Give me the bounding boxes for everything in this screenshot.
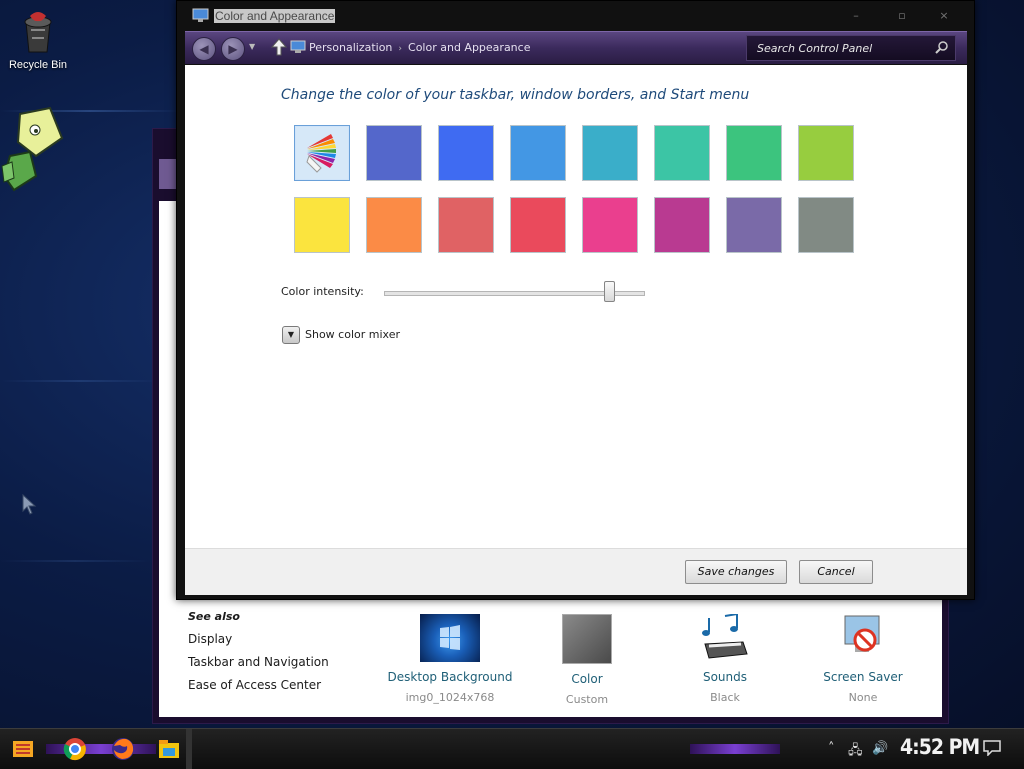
screen-saver-label: Screen Saver: [823, 670, 903, 684]
color-swatch-pink[interactable]: [582, 197, 638, 253]
sounds-value: Black: [710, 691, 740, 704]
color-swatch-blue[interactable]: [438, 125, 494, 181]
breadcrumb-personalization[interactable]: Personalization: [309, 41, 392, 54]
color-swatch-orange[interactable]: [366, 197, 422, 253]
taskbar-navigation-link[interactable]: Taskbar and Navigation: [188, 655, 329, 669]
breadcrumb-color-appearance[interactable]: Color and Appearance: [408, 41, 530, 54]
content-area: Change the color of your taskbar, window…: [185, 65, 967, 548]
color-swatch-lavender[interactable]: [726, 197, 782, 253]
color-swatch-slate-blue[interactable]: [366, 125, 422, 181]
control-panel-icon: [192, 8, 209, 22]
sounds-icon: [702, 612, 748, 659]
recent-pages-chevron-icon[interactable]: ▼: [249, 42, 255, 51]
color-value: Custom: [565, 693, 609, 706]
screen-saver-item[interactable]: Screen Saver None: [788, 614, 938, 704]
color-swatch-red[interactable]: [510, 197, 566, 253]
action-center-icon[interactable]: [983, 740, 1001, 756]
color-swatch-gray[interactable]: [798, 197, 854, 253]
volume-icon[interactable]: 🔊: [872, 741, 888, 756]
recycle-bin-icon: [24, 12, 52, 53]
page-heading: Change the color of your taskbar, window…: [281, 87, 750, 103]
close-button[interactable]: ×: [929, 7, 959, 25]
firefox-icon[interactable]: [110, 736, 136, 762]
desktop-background-thumbnail: [420, 614, 480, 662]
color-intensity-label: Color intensity:: [281, 285, 364, 298]
maximize-button[interactable]: ▫: [887, 7, 917, 25]
sounds-label: Sounds: [702, 670, 748, 684]
character-sticker-icon: [0, 106, 66, 201]
breadcrumb-separator-icon: ›: [398, 44, 403, 54]
forward-arrow-icon: ▶: [228, 42, 238, 56]
taskbar: ˄ 🖧 🔊 4:52 PM: [0, 728, 1024, 769]
show-hidden-icons-icon[interactable]: ˄: [828, 741, 835, 756]
see-also-header: See also: [188, 610, 240, 623]
minimize-button[interactable]: –: [841, 7, 871, 25]
desktop-background-value: img0_1024x768: [405, 691, 495, 704]
color-swatch-magenta[interactable]: [654, 197, 710, 253]
dialog-footer: Save changes Cancel: [185, 548, 967, 595]
screen-saver-value: None: [848, 691, 878, 704]
sounds-item[interactable]: Sounds Black: [650, 612, 800, 704]
color-item[interactable]: Color Custom: [512, 614, 662, 706]
color-swatch-salmon[interactable]: [438, 197, 494, 253]
taskbar-clock[interactable]: 4:52 PM: [900, 735, 980, 759]
up-arrow-icon[interactable]: [271, 38, 287, 56]
color-swatch-auto[interactable]: [294, 125, 350, 181]
back-button[interactable]: ◀: [192, 37, 216, 61]
display-link[interactable]: Display: [188, 632, 329, 646]
save-changes-button[interactable]: Save changes: [685, 560, 787, 584]
show-color-mixer-toggle[interactable]: ▼: [282, 326, 300, 344]
search-icon[interactable]: [935, 40, 949, 54]
window-title: Color and Appearance: [214, 9, 336, 23]
color-swatch-yellow[interactable]: [294, 197, 350, 253]
color-thumbnail: [562, 614, 612, 664]
chrome-icon[interactable]: [62, 736, 88, 762]
breadcrumb-control-panel-icon: [290, 40, 306, 53]
color-swatch-green[interactable]: [726, 125, 782, 181]
color-palette-icon: [306, 134, 336, 173]
color-label: Color: [571, 672, 603, 686]
sounds-thumbnail: [695, 612, 755, 662]
desktop-streak: [0, 380, 160, 382]
search-input[interactable]: [755, 39, 929, 57]
color-swatch-sky-blue[interactable]: [510, 125, 566, 181]
see-also-panel: See also Display Taskbar and Navigation …: [188, 610, 329, 701]
desktop-background-item[interactable]: Desktop Background img0_1024x768: [375, 614, 525, 704]
network-icon[interactable]: 🖧: [848, 741, 863, 763]
search-box[interactable]: [746, 35, 956, 61]
back-arrow-icon: ◀: [199, 42, 209, 56]
forward-button[interactable]: ▶: [221, 37, 245, 61]
start-button-icon[interactable]: [10, 736, 36, 762]
chevron-down-icon: ▼: [287, 330, 295, 339]
desktop-background-label: Desktop Background: [387, 670, 513, 684]
navigation-bar: ◀ ▶ ▼ Personalization › Color and Appearan…: [185, 31, 967, 64]
mouse-cursor-icon: [22, 493, 38, 519]
windows-logo-icon: [440, 625, 460, 650]
file-explorer-icon[interactable]: [156, 736, 182, 762]
recycle-bin-label: Recycle Bin: [8, 59, 68, 71]
taskbar-separator: [186, 729, 192, 769]
color-intensity-slider-thumb[interactable]: [604, 281, 616, 302]
color-appearance-window: Color and Appearance – ▫ × ◀ ▶ ▼ Persona…: [176, 0, 975, 600]
screen-saver-icon: [844, 615, 880, 652]
cancel-button[interactable]: Cancel: [799, 560, 873, 584]
ease-of-access-link[interactable]: Ease of Access Center: [188, 678, 329, 692]
desktop-streak: [0, 560, 150, 562]
color-swatch-aqua-green[interactable]: [654, 125, 710, 181]
screen-saver-thumbnail: [833, 614, 893, 662]
show-color-mixer-label[interactable]: Show color mixer: [305, 328, 400, 341]
taskbar-accent: [690, 744, 780, 754]
color-swatch-teal[interactable]: [582, 125, 638, 181]
color-swatch-lime[interactable]: [798, 125, 854, 181]
recycle-bin-shortcut[interactable]: Recycle Bin: [2, 8, 74, 71]
breadcrumb: Personalization › Color and Appearance: [309, 41, 530, 54]
